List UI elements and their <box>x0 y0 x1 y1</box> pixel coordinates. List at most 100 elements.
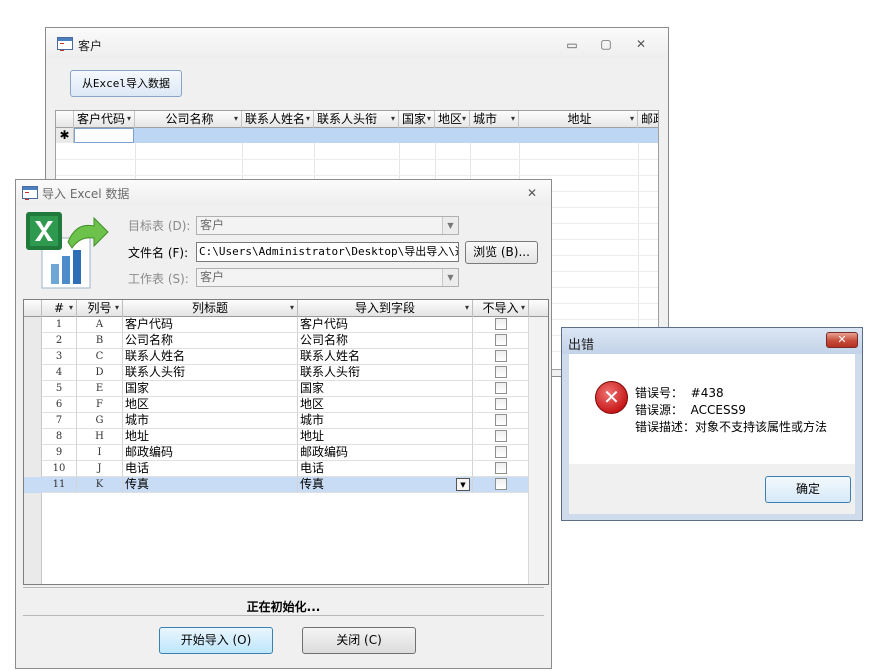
import-titlebar[interactable]: 导入 Excel 数据 ✕ <box>16 180 551 205</box>
row-target-field[interactable]: 电话 <box>298 461 473 477</box>
form-icon <box>22 186 38 200</box>
table-row[interactable]: 4 D 联系人头衔 联系人头衔 <box>24 365 529 381</box>
error-titlebar[interactable]: 出错 ✕ <box>562 328 862 354</box>
row-skip-cell <box>473 461 529 477</box>
row-target-field[interactable]: 邮政编码 <box>298 445 473 461</box>
file-name-input[interactable]: C:\Users\Administrator\Desktop\导出导入\通用 <box>196 242 459 262</box>
skip-checkbox[interactable] <box>495 462 507 474</box>
skip-checkbox[interactable] <box>495 350 507 362</box>
ok-button[interactable]: 确定 <box>765 476 851 503</box>
row-target-field[interactable]: 地址 <box>298 429 473 445</box>
start-import-button[interactable]: 开始导入 (O) <box>159 627 273 654</box>
new-record-row[interactable] <box>74 128 658 143</box>
new-record-active-cell[interactable] <box>74 128 134 143</box>
error-message-area: ✕ 错误号： #438 错误源： ACCESS9 错误描述：对象不支持该属性或方… <box>569 354 855 464</box>
customer-window-title: 客户 <box>78 39 103 53</box>
table-row[interactable]: 2 B 公司名称 公司名称 <box>24 333 529 349</box>
row-column-letter: H <box>77 429 123 445</box>
col-header-target-field[interactable]: 导入到字段 ▾ <box>298 300 473 317</box>
form-icon <box>57 37 73 51</box>
table-row[interactable]: 1 A 客户代码 客户代码 <box>24 317 529 333</box>
browse-button[interactable]: 浏览 (B)... <box>465 241 538 264</box>
row-column-letter: G <box>77 413 123 429</box>
target-table-label: 目标表 (D): <box>128 219 191 233</box>
row-column-letter: C <box>77 349 123 365</box>
chevron-down-icon: ▼ <box>442 217 458 234</box>
col-header-column-letter[interactable]: 列号 ▾ <box>77 300 123 317</box>
col-header-postal[interactable]: 邮政 <box>638 111 658 128</box>
row-column-letter: B <box>77 333 123 349</box>
error-number-label: 错误号： <box>635 386 684 400</box>
table-row[interactable]: 5 E 国家 国家 <box>24 381 529 397</box>
row-target-field[interactable]: 城市 <box>298 413 473 429</box>
col-header-region[interactable]: 地区 ▾ <box>435 111 470 128</box>
col-header-address[interactable]: 地址 ▾ <box>519 111 638 128</box>
row-index: 10 <box>42 461 77 477</box>
row-column-letter: D <box>77 365 123 381</box>
col-header-city[interactable]: 城市 ▾ <box>470 111 519 128</box>
skip-checkbox[interactable] <box>495 318 507 330</box>
maximize-icon[interactable]: ▢ <box>599 37 613 51</box>
col-header-contact-title[interactable]: 联系人头衔 ▾ <box>314 111 399 128</box>
select-all-corner[interactable] <box>24 300 42 317</box>
skip-checkbox[interactable] <box>495 446 507 458</box>
close-icon[interactable]: ✕ <box>826 332 858 348</box>
chevron-down-icon[interactable]: ▼ <box>456 478 470 491</box>
error-number-row: 错误号： #438 <box>635 384 724 401</box>
worksheet-value: 客户 <box>200 270 225 284</box>
table-row[interactable]: 7 G 城市 城市 <box>24 413 529 429</box>
row-target-field[interactable]: 联系人头衔 <box>298 365 473 381</box>
table-row[interactable]: 6 F 地区 地区 <box>24 397 529 413</box>
row-skip-cell <box>473 445 529 461</box>
table-row[interactable]: 3 C 联系人姓名 联系人姓名 <box>24 349 529 365</box>
row-column-letter: E <box>77 381 123 397</box>
col-header-contact-name[interactable]: 联系人姓名 ▾ <box>242 111 314 128</box>
close-button[interactable]: 关闭 (C) <box>302 627 416 654</box>
col-header-customer-code[interactable]: 客户代码 ▾ <box>74 111 135 128</box>
table-row[interactable]: 10 J 电话 电话 <box>24 461 529 477</box>
select-all-corner[interactable] <box>56 111 74 128</box>
row-column-title: 客户代码 <box>123 317 298 333</box>
close-icon[interactable]: ✕ <box>634 37 648 51</box>
field-mapping-grid[interactable]: # ▾ 列号 ▾ 列标题 ▾ 导入到字段 ▾ 不导入 ▾ 1 A 客户代码 客户代码 2 B 公司名称… <box>23 299 549 585</box>
table-row[interactable]: 11 K 传真 传真 ▼ <box>24 477 529 493</box>
skip-checkbox[interactable] <box>495 430 507 442</box>
vertical-scrollbar[interactable] <box>528 317 548 584</box>
row-skip-cell <box>473 381 529 397</box>
row-target-field[interactable]: 传真 ▼ <box>298 477 473 493</box>
row-target-field[interactable]: 国家 <box>298 381 473 397</box>
row-column-title: 地址 <box>123 429 298 445</box>
col-header-country[interactable]: 国家 ▾ <box>399 111 435 128</box>
skip-checkbox[interactable] <box>495 366 507 378</box>
row-column-title: 传真 <box>123 477 298 493</box>
row-target-field[interactable]: 客户代码 <box>298 317 473 333</box>
col-header-index[interactable]: # ▾ <box>42 300 77 317</box>
row-target-field[interactable]: 公司名称 <box>298 333 473 349</box>
customer-titlebar[interactable]: 客户 ▭ ▢ ✕ <box>46 28 668 58</box>
row-index: 11 <box>42 477 77 493</box>
new-record-selector[interactable]: ✱ <box>56 128 74 143</box>
row-column-title: 公司名称 <box>123 333 298 349</box>
status-text: 正在初始化... <box>246 600 321 614</box>
row-column-title: 邮政编码 <box>123 445 298 461</box>
table-row[interactable]: 8 H 地址 地址 <box>24 429 529 445</box>
skip-checkbox[interactable] <box>495 334 507 346</box>
row-column-letter: J <box>77 461 123 477</box>
table-row[interactable]: 9 I 邮政编码 邮政编码 <box>24 445 529 461</box>
col-header-column-title[interactable]: 列标题 ▾ <box>123 300 298 317</box>
col-header-company[interactable]: 公司名称 ▾ <box>135 111 242 128</box>
skip-checkbox[interactable] <box>495 382 507 394</box>
skip-checkbox[interactable] <box>495 478 507 490</box>
col-header-skip[interactable]: 不导入 ▾ <box>473 300 529 317</box>
row-index: 3 <box>42 349 77 365</box>
minimize-icon[interactable]: ▭ <box>565 38 579 52</box>
row-skip-cell <box>473 333 529 349</box>
row-skip-cell <box>473 349 529 365</box>
skip-checkbox[interactable] <box>495 414 507 426</box>
close-icon[interactable]: ✕ <box>525 186 539 200</box>
row-column-letter: A <box>77 317 123 333</box>
import-excel-button[interactable]: 从Excel导入数据 <box>70 70 182 97</box>
row-target-field[interactable]: 联系人姓名 <box>298 349 473 365</box>
skip-checkbox[interactable] <box>495 398 507 410</box>
row-target-field[interactable]: 地区 <box>298 397 473 413</box>
